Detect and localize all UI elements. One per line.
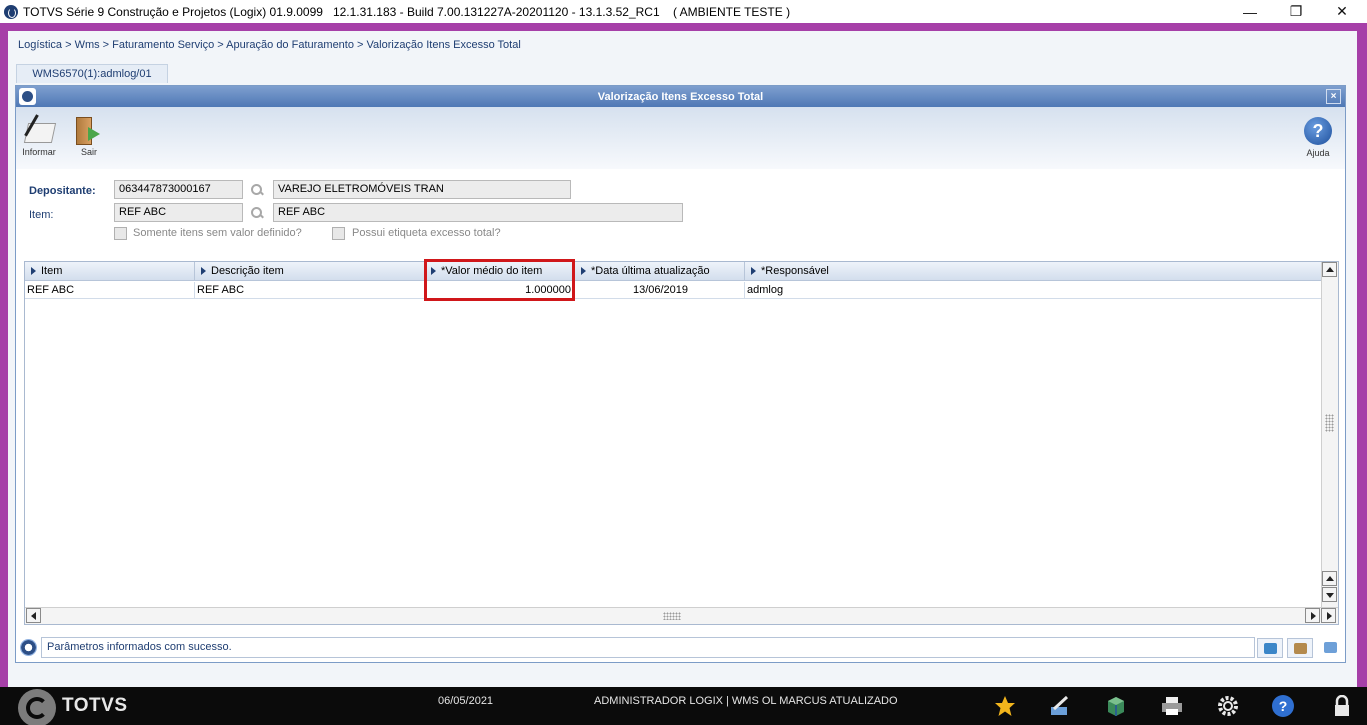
totvs-brand: TOTVS xyxy=(62,695,128,716)
scroll-page-up-button[interactable] xyxy=(1322,571,1337,586)
messages-button[interactable] xyxy=(1318,638,1344,658)
ajuda-label: Ajuda xyxy=(1306,148,1330,158)
search-icon[interactable] xyxy=(250,206,264,220)
totvs-logo-icon xyxy=(19,88,36,105)
scroll-down-button[interactable] xyxy=(1322,587,1337,602)
only-undefined-label: Somente itens sem valor definido? xyxy=(133,227,302,239)
taskbar-date: 06/05/2021 xyxy=(438,695,494,707)
status-bar: Parâmetros informados com sucesso. xyxy=(17,637,1344,659)
informar-icon xyxy=(22,114,57,147)
col-header-descricao[interactable]: Descrição item xyxy=(195,262,425,281)
star-icon[interactable] xyxy=(993,695,1017,717)
minimize-button[interactable]: — xyxy=(1227,0,1273,23)
excess-tag-label: Possui etiqueta excesso total? xyxy=(352,227,501,239)
table-row[interactable]: REF ABC REF ABC 1.000000 13/06/2019 adml… xyxy=(25,282,1321,299)
only-undefined-checkbox[interactable] xyxy=(114,227,127,240)
scroll-left-button[interactable] xyxy=(26,608,41,623)
horizontal-scrollbar[interactable] xyxy=(25,607,1338,624)
search-icon[interactable] xyxy=(250,183,264,197)
scroll-end-button[interactable] xyxy=(1321,608,1336,623)
scroll-right-button[interactable] xyxy=(1305,608,1320,623)
totvs-logo-icon xyxy=(18,689,56,725)
chat-icon xyxy=(1324,642,1337,653)
col-header-data[interactable]: *Data última atualização xyxy=(575,262,745,281)
breadcrumb[interactable]: Logística > Wms > Faturamento Serviço > … xyxy=(18,39,521,51)
cell-descricao[interactable]: REF ABC xyxy=(195,282,425,299)
cell-responsavel[interactable]: admlog xyxy=(745,282,1321,299)
form-close-button[interactable]: × xyxy=(1326,89,1341,104)
tab-wms6570[interactable]: WMS6570(1):admlog/01 xyxy=(16,64,168,83)
lock-icon[interactable] xyxy=(1330,694,1354,717)
form-title: Valorização Itens Excesso Total xyxy=(597,90,764,103)
informar-label: Informar xyxy=(22,147,56,157)
informar-button[interactable]: Informar xyxy=(22,114,57,157)
keyboard-icon xyxy=(1294,643,1307,654)
gear-icon[interactable] xyxy=(1216,695,1240,717)
help-icon[interactable]: ? xyxy=(1272,695,1294,717)
col-header-responsavel[interactable]: *Responsável xyxy=(745,262,1321,281)
resize-button[interactable] xyxy=(1257,638,1283,658)
item-code-field[interactable]: REF ABC xyxy=(114,203,243,222)
sair-label: Sair xyxy=(80,147,97,157)
item-desc-field[interactable]: REF ABC xyxy=(273,203,683,222)
depositante-label: Depositante: xyxy=(29,185,96,197)
taskbar: TOTVS 06/05/2021 ADMINISTRADOR LOGIX | W… xyxy=(0,687,1367,725)
scroll-grip-icon[interactable] xyxy=(1325,414,1334,432)
window-title-bar: TOTVS Série 9 Construção e Projetos (Log… xyxy=(0,0,1367,23)
taskbar-user: ADMINISTRADOR LOGIX | WMS OL MARCUS ATUA… xyxy=(594,695,898,707)
pen-icon[interactable] xyxy=(1048,695,1072,717)
resize-icon xyxy=(1264,643,1277,654)
keyboard-button[interactable] xyxy=(1287,638,1313,658)
window-title: TOTVS Série 9 Construção e Projetos (Log… xyxy=(23,4,791,19)
item-label: Item: xyxy=(29,209,54,221)
depositante-name-field[interactable]: VAREJO ELETROMÓVEIS TRAN xyxy=(273,180,571,199)
col-header-item[interactable]: Item xyxy=(25,262,195,281)
status-icon xyxy=(20,639,37,656)
depositante-code-field[interactable]: 063447873000167 xyxy=(114,180,243,199)
cell-data[interactable]: 13/06/2019 xyxy=(575,282,745,299)
help-icon: ? xyxy=(1304,117,1332,145)
sair-button[interactable]: Sair xyxy=(72,115,106,157)
toolbar: Informar Sair ? Ajuda xyxy=(16,107,1345,169)
hscroll-grip-icon[interactable] xyxy=(663,612,681,620)
printer-icon[interactable] xyxy=(1160,695,1184,717)
vertical-scrollbar[interactable] xyxy=(1321,262,1338,607)
form-title-bar: Valorização Itens Excesso Total × xyxy=(16,86,1345,107)
status-message: Parâmetros informados com sucesso. xyxy=(41,637,1255,658)
maximize-button[interactable]: ❐ xyxy=(1273,0,1319,23)
box-icon[interactable] xyxy=(1104,695,1128,717)
highlight-valor-medio xyxy=(424,259,575,301)
items-grid: Item Descrição item *Valor médio do item… xyxy=(24,261,1339,625)
grid-header: Item Descrição item *Valor médio do item… xyxy=(25,262,1321,281)
app-icon xyxy=(4,4,18,19)
close-window-button[interactable]: ✕ xyxy=(1319,0,1365,23)
scroll-up-button[interactable] xyxy=(1322,262,1337,277)
excess-tag-checkbox[interactable] xyxy=(332,227,345,240)
sair-icon xyxy=(72,115,106,147)
cell-item[interactable]: REF ABC xyxy=(25,282,195,299)
ajuda-button[interactable]: ? Ajuda xyxy=(1304,117,1332,158)
